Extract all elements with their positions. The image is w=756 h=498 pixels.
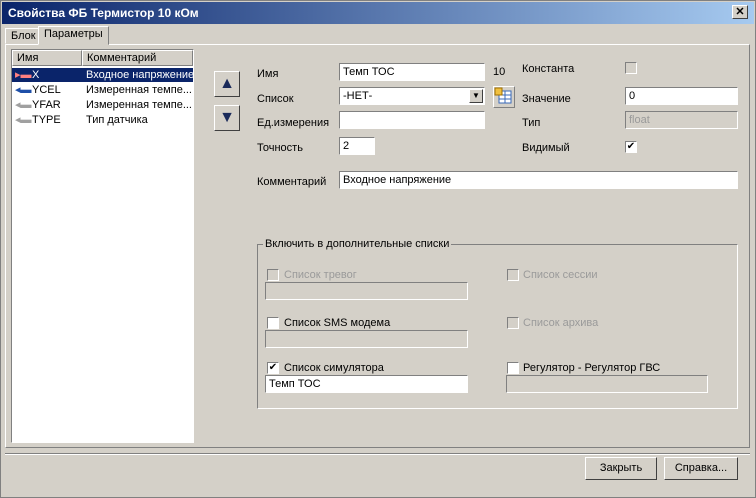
sms-checkbox[interactable] [267, 317, 279, 329]
table-add-icon [494, 87, 512, 104]
const-label: Константа [522, 63, 575, 75]
unit-input[interactable] [339, 111, 485, 129]
list-item[interactable]: ◂▬ YFAR Измеренная темпе... [12, 98, 193, 112]
list-item-name: X [32, 69, 40, 81]
precision-label: Точность [257, 142, 303, 154]
list-item-comment: Входное напряжение [86, 69, 193, 81]
list-select[interactable]: -НЕТ- ▼ [339, 87, 485, 105]
help-button[interactable]: Справка... [664, 457, 738, 480]
output-arrow-icon: ◂▬ [15, 84, 32, 96]
regulator-label: Регулятор - Регулятор ГВС [523, 362, 661, 374]
output-arrow-icon: ◂▬ [15, 114, 32, 126]
sms-input [265, 330, 468, 348]
comment-label: Комментарий [257, 176, 327, 188]
input-arrow-icon: ▸▬ [15, 69, 32, 81]
list-item[interactable]: ◂▬ YCEL Измеренная темпе... [12, 83, 193, 97]
list-item-comment: Измеренная темпе... [86, 84, 192, 96]
tab-parameters[interactable]: Параметры [38, 26, 109, 45]
simulator-checkbox[interactable]: ✔ [267, 362, 279, 374]
const-checkbox[interactable] [625, 62, 637, 74]
list-item[interactable]: ▸▬ X Входное напряжение [12, 68, 193, 82]
session-label: Список сессии [523, 269, 598, 281]
close-button[interactable]: Закрыть [585, 457, 657, 480]
alarms-input [265, 282, 468, 300]
move-up-button[interactable]: ▲ [214, 71, 240, 97]
name-label: Имя [257, 68, 279, 80]
list-item-name: YCEL [32, 84, 61, 96]
column-header-name[interactable]: Имя [12, 50, 82, 66]
properties-dialog: Свойства ФБ Термистор 10 кОм ✕ Блок Пара… [0, 0, 756, 498]
chevron-down-icon[interactable]: ▼ [469, 89, 483, 103]
browse-lists-button[interactable] [493, 86, 515, 108]
archive-label: Список архива [523, 317, 599, 329]
list-item-name: YFAR [32, 99, 61, 111]
name-input[interactable]: Темп ТОС [339, 63, 485, 81]
list-item-comment: Измеренная темпе... [86, 99, 192, 111]
list-item-comment: Тип датчика [86, 114, 148, 126]
unit-label: Ед.измерения [257, 117, 330, 129]
type-label: Тип [522, 117, 541, 129]
list-item-name: TYPE [32, 114, 61, 126]
alarms-label: Список тревог [284, 269, 357, 281]
parameter-list[interactable]: Имя Комментарий ▸▬ X Входное напряжение … [11, 49, 194, 443]
name-count: 10 [493, 66, 506, 78]
value-label: Значение [522, 93, 571, 105]
alarms-checkbox [267, 269, 279, 281]
sms-label: Список SMS модема [284, 317, 391, 329]
type-input: float [625, 111, 738, 129]
precision-input[interactable]: 2 [339, 137, 375, 155]
move-down-button[interactable]: ▼ [214, 105, 240, 131]
comment-input[interactable]: Входное напряжение [339, 171, 738, 189]
list-select-value: -НЕТ- [343, 90, 373, 102]
archive-checkbox [507, 317, 519, 329]
regulator-input [506, 375, 708, 393]
list-label: Список [257, 93, 294, 105]
visible-label: Видимый [522, 142, 570, 154]
title-bar: Свойства ФБ Термистор 10 кОм ✕ [2, 2, 754, 24]
list-item[interactable]: ◂▬ TYPE Тип датчика [12, 113, 193, 127]
footer-separator [5, 453, 750, 455]
tab-block[interactable]: Блок [5, 28, 42, 44]
simulator-label: Список симулятора [284, 362, 384, 374]
column-header-comment[interactable]: Комментарий [82, 50, 193, 66]
simulator-input[interactable]: Темп ТОС [265, 375, 468, 393]
window-title: Свойства ФБ Термистор 10 кОм [8, 6, 199, 20]
visible-checkbox[interactable]: ✔ [625, 141, 637, 153]
output-arrow-icon: ◂▬ [15, 99, 32, 111]
value-input[interactable]: 0 [625, 87, 738, 105]
arrow-up-icon: ▲ [219, 75, 235, 92]
close-window-button[interactable]: ✕ [732, 5, 748, 19]
group-title: Включить в дополнительные списки [263, 238, 452, 250]
session-checkbox [507, 269, 519, 281]
arrow-down-icon: ▼ [219, 109, 235, 126]
regulator-checkbox[interactable] [507, 362, 519, 374]
